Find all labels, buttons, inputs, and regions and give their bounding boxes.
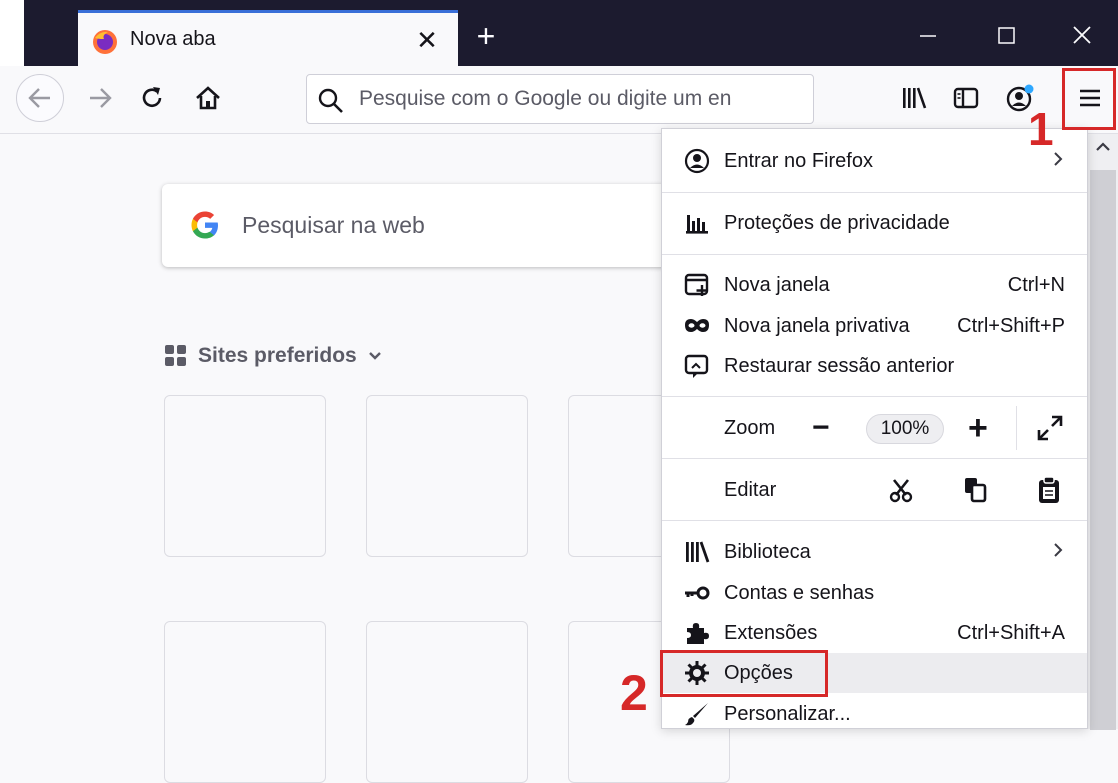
step-number-1: 1 <box>1028 103 1054 155</box>
sidebar-icon <box>953 87 979 109</box>
menu-item-label: Nova janela <box>724 273 830 296</box>
top-site-tile[interactable] <box>366 621 528 783</box>
top-site-tile[interactable] <box>366 395 528 557</box>
menu-item-customize[interactable]: Personalizar... <box>662 694 1087 734</box>
menu-separator <box>662 192 1087 193</box>
menu-item-sign-in[interactable]: Entrar no Firefox <box>662 141 1087 181</box>
search-icon <box>317 87 345 120</box>
top-sites-heading[interactable]: Sites preferidos <box>164 344 383 368</box>
restore-session-icon <box>682 351 712 381</box>
step-number-2: 2 <box>620 665 648 721</box>
address-bar-placeholder: Pesquise com o Google ou digite um en <box>359 87 732 110</box>
paste-icon[interactable] <box>1036 475 1062 510</box>
private-mask-icon <box>682 311 712 341</box>
paintbrush-icon <box>682 699 712 729</box>
top-site-tile[interactable] <box>164 621 326 783</box>
forward-arrow-icon <box>90 88 112 108</box>
zoom-reset-button[interactable]: 100% <box>866 414 944 444</box>
menu-item-label: Biblioteca <box>724 540 811 563</box>
home-button[interactable] <box>186 76 230 120</box>
menu-separator <box>662 458 1087 459</box>
library-icon <box>682 537 712 567</box>
shortcut-label: Ctrl+Shift+A <box>957 621 1065 644</box>
edit-label: Editar <box>724 478 777 501</box>
new-window-icon <box>682 270 712 300</box>
home-icon <box>196 86 220 110</box>
menu-item-zoom: Zoom − 100% + <box>662 406 1087 450</box>
menu-button-highlight <box>1062 68 1116 130</box>
chevron-right-icon <box>1051 541 1065 564</box>
back-button[interactable] <box>16 74 64 122</box>
menu-item-edit: Editar <box>662 470 1087 510</box>
menu-item-label: Entrar no Firefox <box>724 149 873 172</box>
reload-icon <box>142 87 162 107</box>
forward-button[interactable] <box>78 76 122 120</box>
google-logo-icon <box>188 208 222 247</box>
back-arrow-icon <box>28 88 50 108</box>
new-tab-icon[interactable]: + <box>466 20 506 56</box>
zoom-out-button[interactable]: − <box>812 413 830 443</box>
puzzle-piece-icon <box>682 618 712 648</box>
menu-separator <box>662 520 1087 521</box>
scrollbar-thumb[interactable] <box>1090 170 1116 730</box>
library-button[interactable] <box>892 76 936 120</box>
key-icon <box>682 578 712 608</box>
tab-title: Nova aba <box>130 28 216 50</box>
menu-item-restore-session[interactable]: Restaurar sessão anterior <box>662 346 1087 386</box>
top-sites-label: Sites preferidos <box>198 344 357 367</box>
shortcut-label: Ctrl+Shift+P <box>957 314 1065 337</box>
sidebar-button[interactable] <box>944 76 988 120</box>
chevron-down-icon <box>368 352 381 360</box>
library-icon <box>903 87 927 109</box>
chevron-up-icon[interactable] <box>1094 138 1112 161</box>
fullscreen-icon[interactable] <box>1036 414 1064 447</box>
reload-button[interactable] <box>130 76 174 120</box>
address-bar[interactable]: Pesquise com o Google ou digite um en <box>306 74 814 124</box>
menu-item-new-private-window[interactable]: Nova janela privativa Ctrl+Shift+P <box>662 306 1087 346</box>
close-window-icon[interactable] <box>1060 18 1104 54</box>
menu-item-library[interactable]: Biblioteca <box>662 532 1087 572</box>
account-circle-icon <box>682 146 712 176</box>
menu-item-label: Nova janela privativa <box>724 314 910 337</box>
top-site-tile[interactable] <box>164 395 326 557</box>
menu-item-label: Contas e senhas <box>724 581 875 604</box>
bar-chart-icon <box>682 208 712 238</box>
menu-item-label: Personalizar... <box>724 702 851 725</box>
tab-strip: Nova aba ✕ + <box>0 0 1118 66</box>
minimize-icon[interactable] <box>906 18 950 54</box>
menu-item-new-window[interactable]: Nova janela Ctrl+N <box>662 265 1087 305</box>
menu-separator <box>662 254 1087 255</box>
app-menu-panel: Entrar no Firefox Proteções de privacida… <box>661 128 1088 729</box>
close-tab-icon[interactable]: ✕ <box>412 25 442 55</box>
menu-item-label: Restaurar sessão anterior <box>724 354 955 377</box>
navigation-toolbar: Pesquise com o Google ou digite um en <box>0 66 1118 134</box>
zoom-label: Zoom <box>724 416 776 439</box>
grid-icon <box>165 345 186 366</box>
zoom-divider <box>1016 406 1017 450</box>
tab-nova-aba[interactable]: Nova aba ✕ <box>78 10 458 66</box>
window-edge <box>0 0 24 66</box>
menu-item-extensions[interactable]: Extensões Ctrl+Shift+A <box>662 613 1087 653</box>
menu-scrollbar[interactable] <box>1088 134 1118 730</box>
menu-item-label: Proteções de privacidade <box>724 211 950 234</box>
menu-item-privacy-protections[interactable]: Proteções de privacidade <box>662 203 1087 243</box>
firefox-logo-icon <box>92 29 118 55</box>
menu-separator <box>662 396 1087 397</box>
menu-item-logins[interactable]: Contas e senhas <box>662 573 1087 613</box>
shortcut-label: Ctrl+N <box>1007 273 1065 296</box>
menu-item-label: Extensões <box>724 621 818 644</box>
options-highlight <box>660 650 828 697</box>
web-search-box[interactable]: Pesquisar na web <box>162 184 702 267</box>
cut-icon[interactable] <box>888 477 914 508</box>
maximize-icon[interactable] <box>984 18 1028 54</box>
zoom-in-button[interactable]: + <box>968 411 988 445</box>
copy-icon[interactable] <box>962 476 990 509</box>
web-search-placeholder: Pesquisar na web <box>242 212 425 238</box>
